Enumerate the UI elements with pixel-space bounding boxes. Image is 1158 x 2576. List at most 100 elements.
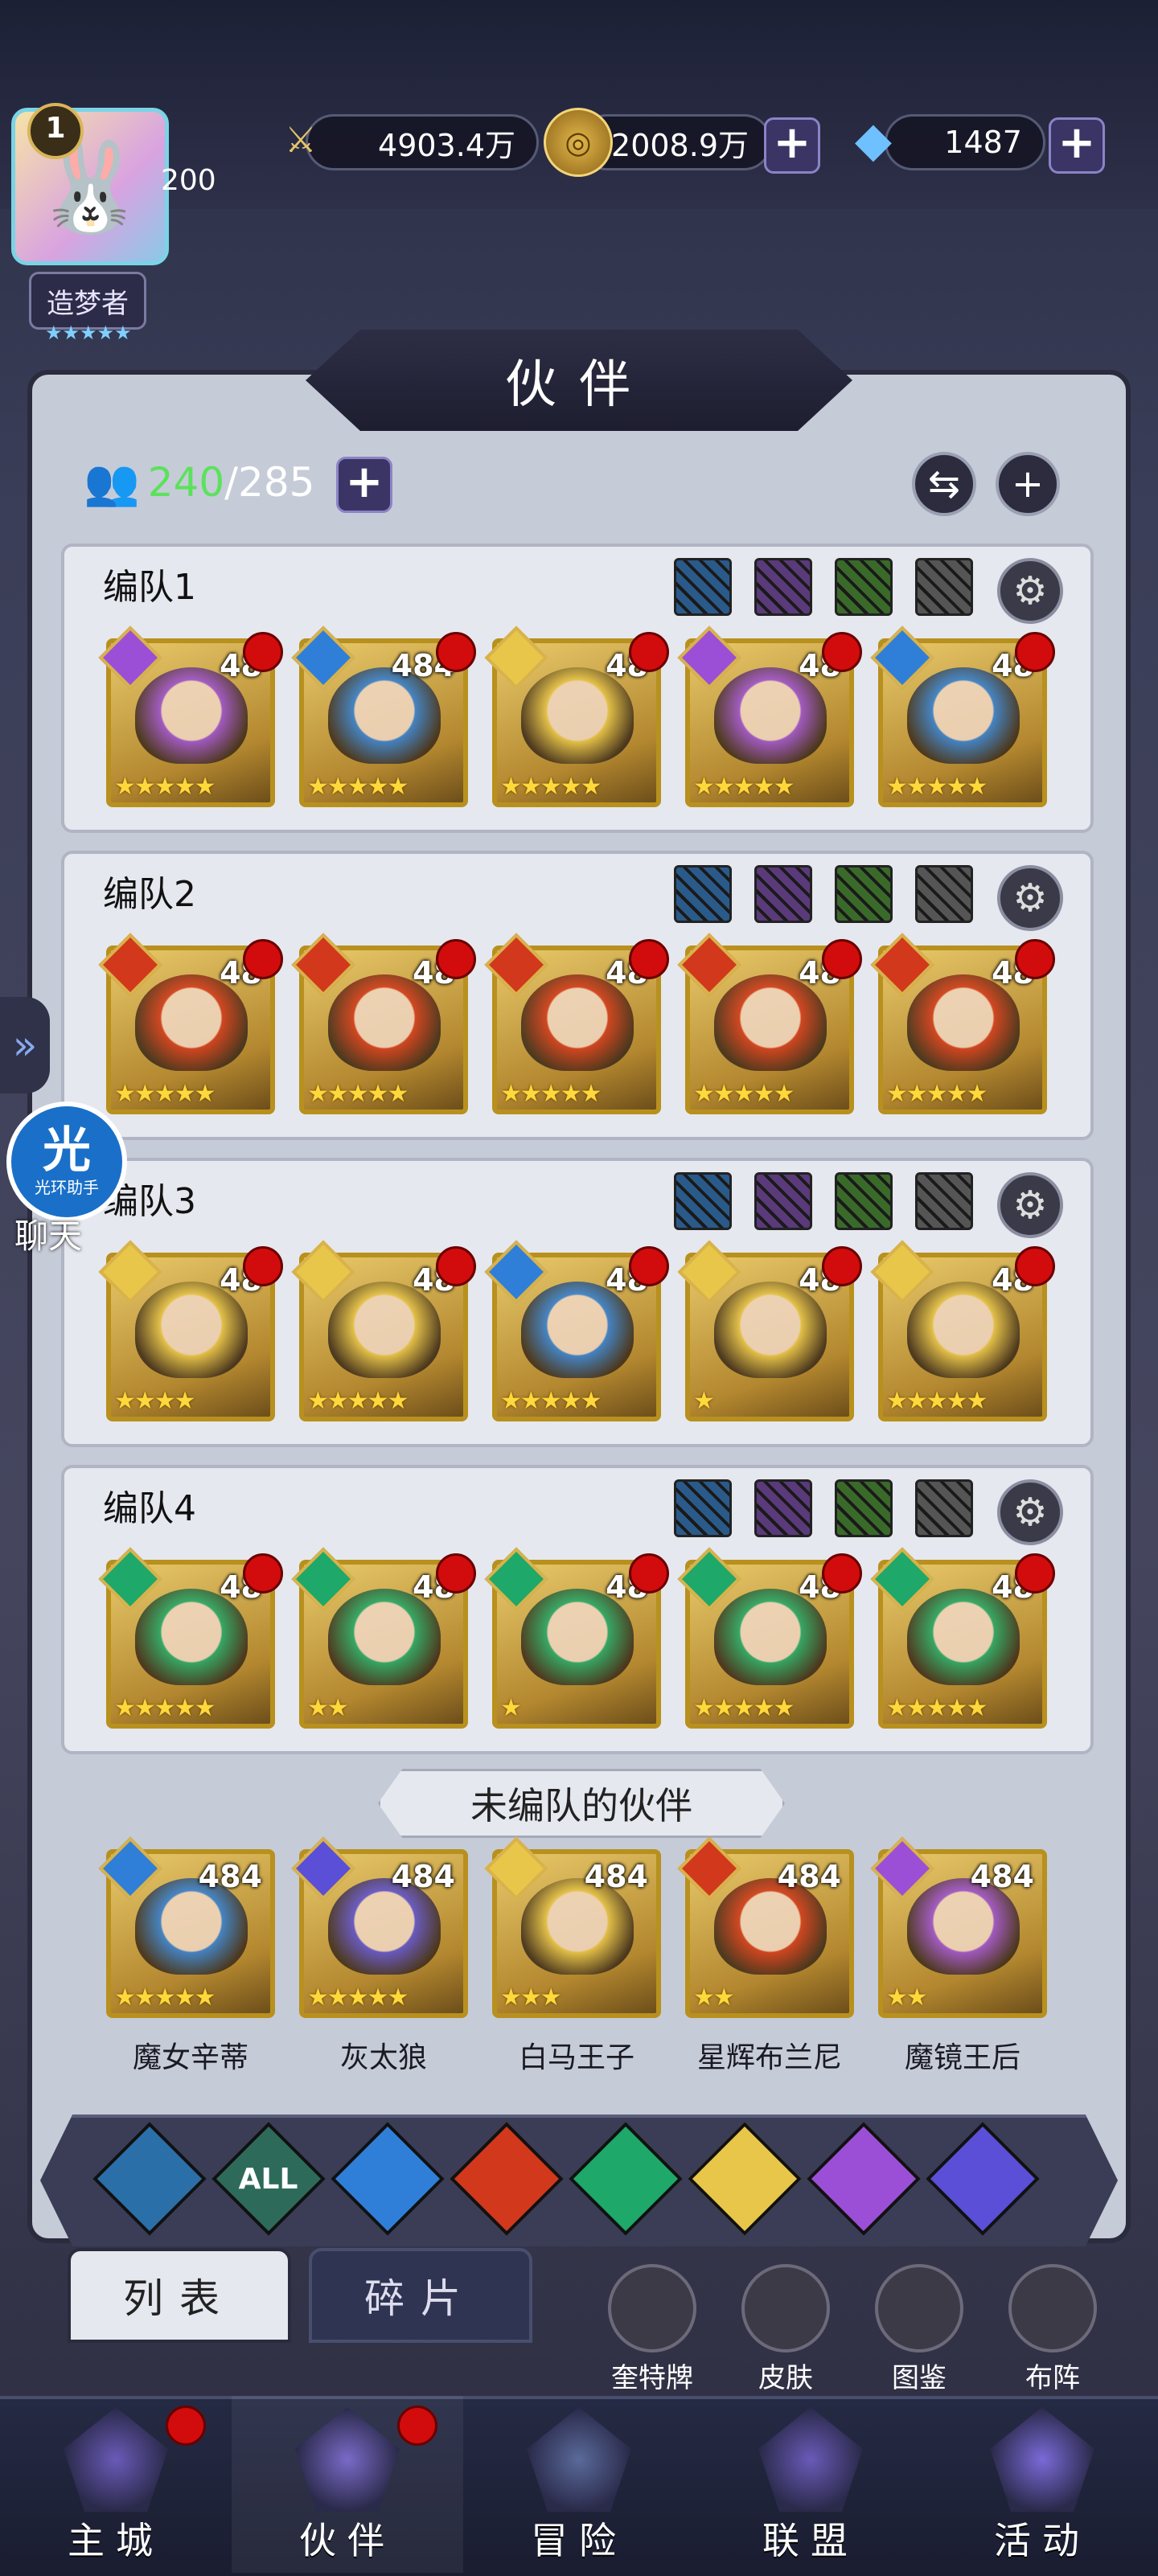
hero-card[interactable]: 48 ★★★★★ [98,933,283,1114]
hero-card[interactable]: 48 ★ [677,1240,862,1421]
synergy-icon[interactable] [835,1172,893,1230]
hero-stars: ★★★★★ [114,773,216,801]
add-team-button[interactable]: + [996,452,1060,516]
hero-card[interactable]: 48 ★★★★★ [98,626,283,807]
hero-stars: ★★★★★ [693,1080,795,1108]
hero-card[interactable]: 48 ★ [484,1547,669,1729]
notification-dot [629,939,669,979]
notification-dot [1015,939,1055,979]
team-settings-button[interactable]: ⚙ [997,1172,1063,1238]
hero-card[interactable]: 48 ★★ [291,1547,476,1729]
hero-card[interactable]: 48 ★★★★★ [677,933,862,1114]
nav-alliance[interactable]: 联盟 [695,2396,926,2573]
filter-label: ALL [239,2162,298,2196]
hero-level: 484 [777,1859,841,1894]
hero-card[interactable]: 48 ★★★★★ [677,1547,862,1729]
synergy-icon[interactable] [754,1479,812,1537]
adventure-icon [527,2407,631,2512]
hero-name: 魔女辛蒂 [132,2041,248,2074]
card-icon [608,2264,696,2352]
hero-level: 484 [198,1859,262,1894]
hero-card[interactable]: 484 ★★★★★ [98,1836,275,2018]
hero-card[interactable]: 48 ★★★★★ [98,1547,283,1729]
team-name: 编队1 [103,567,196,608]
hero-stars: ★★★★★ [886,1387,988,1415]
hero-card[interactable]: 48 ★★★★★ [870,933,1055,1114]
hero-card[interactable]: 48 ★★★★★ [291,933,476,1114]
helper-button[interactable]: 光 光环助手 [6,1101,127,1222]
hero-stars: ★★★★★ [307,1387,409,1415]
add-gold-button[interactable]: + [764,117,820,174]
quick-skin-button[interactable]: 皮肤 [741,2264,830,2395]
notification-dot [436,1246,476,1286]
side-expand-tab[interactable]: » [0,997,50,1093]
hero-card[interactable]: 484 ★★★ [484,1836,661,2018]
swap-button[interactable]: ⇆ [912,452,976,516]
notification-dot [243,939,283,979]
synergy-icon[interactable] [674,865,732,923]
synergy-icon[interactable] [835,558,893,616]
team-settings-button[interactable]: ⚙ [997,1479,1063,1545]
team-name: 编队2 [103,874,196,915]
hero-card[interactable]: 484 ★★ [677,1836,854,2018]
hero-card[interactable]: 48 ★★★★★ [291,1240,476,1421]
hero-card[interactable]: 48 ★★★★★ [870,626,1055,807]
synergy-icon[interactable] [835,1479,893,1537]
partner-icon [295,2407,400,2512]
team-settings-button[interactable]: ⚙ [997,558,1063,624]
chat-button[interactable]: 聊天 [14,1209,82,1258]
hero-card[interactable]: 48 ★★★★★ [677,626,862,807]
tab-list[interactable]: 列表 [68,2248,291,2343]
player-exp: 200 [161,164,216,197]
hero-card[interactable]: 48 ★★★★★ [870,1240,1055,1421]
synergy-icon[interactable] [915,865,973,923]
nav-label: 主城 [68,2519,164,2562]
hero-stars: ★★★ [500,1983,562,2012]
hero-card[interactable]: 48 ★★★★★ [484,1240,669,1421]
notification-dot [1015,1246,1055,1286]
hero-card[interactable]: 48 ★★★★★ [484,626,669,807]
hero-card[interactable]: 48 ★★★★ [98,1240,283,1421]
hero-card[interactable]: 484 ★★ [870,1836,1047,2018]
gold-coin-icon: ◎ [544,108,613,177]
hero-name: 魔镜王后 [904,2041,1020,2074]
hero-name: 白马王子 [518,2041,634,2074]
notification-dot [436,1553,476,1594]
team-name: 编队4 [103,1488,196,1529]
hero-level: 484 [584,1859,648,1894]
hero-card[interactable]: 484 ★★★★★ [291,626,476,807]
team-settings-button[interactable]: ⚙ [997,865,1063,931]
double-chevron-icon: » [12,1022,38,1069]
synergy-icon[interactable] [674,558,732,616]
add-gems-button[interactable]: + [1049,117,1105,174]
tab-fragments[interactable]: 碎片 [309,2248,532,2343]
synergy-icon[interactable] [835,865,893,923]
synergy-icon[interactable] [754,558,812,616]
hero-card[interactable]: 48 ★★★★★ [870,1547,1055,1729]
quick-formation-button[interactable]: 布阵 [1008,2264,1097,2395]
synergy-icon[interactable] [915,1479,973,1537]
expand-capacity-button[interactable]: + [336,457,392,513]
hero-card[interactable]: 48 ★★★★★ [484,933,669,1114]
synergy-icon[interactable] [674,1172,732,1230]
synergy-icon[interactable] [754,1172,812,1230]
hero-card[interactable]: 484 ★★★★★ [291,1836,468,2018]
synergy-icon[interactable] [915,558,973,616]
event-icon [990,2407,1094,2512]
hero-stars: ★★★★★ [500,1080,602,1108]
count-total: /285 [224,459,315,506]
swap-icon: ⇆ [927,461,961,507]
synergy-icon[interactable] [915,1172,973,1230]
synergy-icon[interactable] [754,865,812,923]
alliance-icon [758,2407,863,2512]
power-display: 4903.4万 [306,114,539,170]
nav-adventure[interactable]: 冒险 [463,2396,695,2573]
quick-card-button[interactable]: 奎特牌 [608,2264,696,2395]
nav-event[interactable]: 活动 [926,2396,1158,2573]
hero-stars: ★★★★★ [500,773,602,801]
synergy-icon[interactable] [674,1479,732,1537]
hero-stars: ★★ [693,1983,735,2012]
notification-dot [166,2406,206,2446]
gear-icon: ⚙ [1012,1490,1048,1535]
quick-codex-button[interactable]: 图鉴 [875,2264,963,2395]
